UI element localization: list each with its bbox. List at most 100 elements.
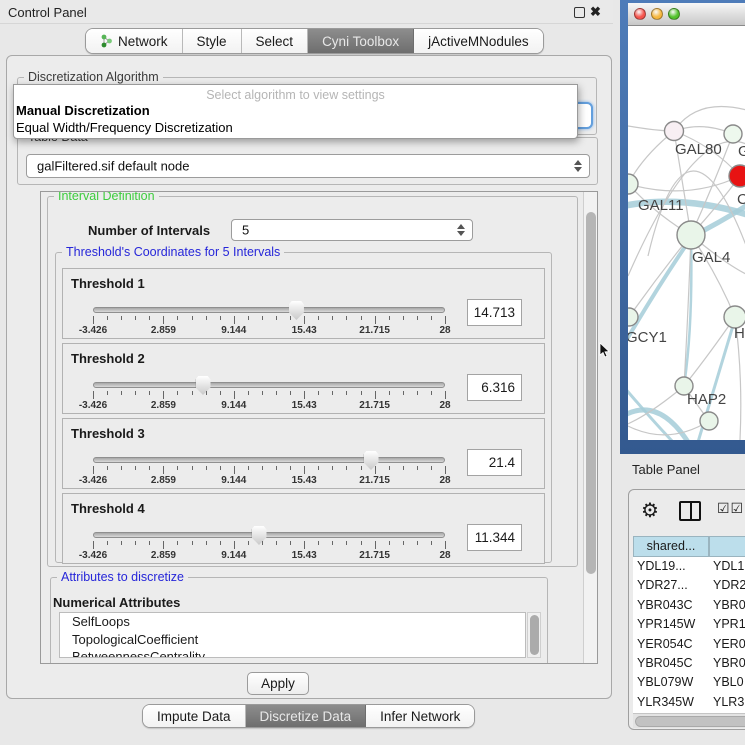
popup-option-manual[interactable]: Manual Discretization [14, 102, 577, 119]
threshold-value-field[interactable]: 14.713 [467, 299, 522, 326]
network-node[interactable] [665, 122, 684, 141]
network-edge[interactable] [629, 235, 691, 317]
column-header-shared-name[interactable]: shared... [633, 536, 709, 557]
slider-track[interactable] [93, 382, 445, 388]
tab-select[interactable]: Select [242, 29, 309, 53]
tick-label: -3.426 [79, 400, 107, 411]
cell-name[interactable]: YDR2 [709, 576, 745, 595]
table-row[interactable]: YDR27...YDR2 [633, 576, 745, 595]
table-row[interactable]: YLR345WYLR3 [633, 693, 745, 712]
table-data-combobox[interactable]: galFiltered.sif default node [26, 154, 590, 178]
threshold-value-field[interactable]: 6.316 [467, 374, 522, 401]
cell-shared-name[interactable]: YBR045C [633, 654, 709, 673]
tick-label: 21.715 [359, 550, 390, 561]
tab-impute-data[interactable]: Impute Data [143, 705, 246, 727]
network-edge[interactable] [628, 386, 684, 426]
table-data-combobox-value: galFiltered.sif default node [37, 159, 189, 174]
network-node[interactable] [724, 125, 742, 143]
number-of-intervals-label: Number of Intervals [88, 223, 210, 238]
tab-infer-network[interactable]: Infer Network [366, 705, 474, 727]
cell-shared-name[interactable]: YLR345W [633, 693, 709, 712]
threshold-row: Threshold 2-3.4262.8599.14415.4321.71528… [62, 343, 545, 414]
attribute-list-item[interactable]: TopologicalCoefficient [60, 631, 525, 649]
table-row[interactable]: YDL19...YDL1 [633, 557, 745, 576]
tick-label: 9.144 [221, 475, 246, 486]
close-traffic-light[interactable] [634, 8, 646, 20]
tab-jactivemnodules[interactable]: jActiveMNodules [414, 29, 543, 53]
close-icon[interactable]: ✖ [590, 4, 601, 20]
popup-hint: Select algorithm to view settings [14, 85, 577, 102]
cell-shared-name[interactable]: YDR27... [633, 576, 709, 595]
cell-shared-name[interactable]: YBR043C [633, 596, 709, 615]
slider-track[interactable] [93, 307, 445, 313]
tab-cyni-toolbox[interactable]: Cyni Toolbox [308, 29, 414, 53]
show-columns-icon[interactable] [679, 501, 701, 521]
network-node[interactable] [700, 412, 718, 430]
cell-name[interactable]: YBR0 [709, 654, 745, 673]
column-header-name[interactable]: n [709, 536, 745, 557]
tick-label: 15.43 [292, 550, 317, 561]
table-row[interactable]: YPR145WYPR1 [633, 615, 745, 634]
table-row[interactable]: YER054CYER0 [633, 635, 745, 654]
network-node[interactable] [729, 165, 745, 187]
network-icon [100, 34, 113, 48]
network-view-window: GAL80GCGAL11GAL4GCY1HHAP2 [620, 0, 745, 454]
network-edge[interactable] [628, 421, 709, 435]
table-row[interactable]: YBR043CYBR0 [633, 596, 745, 615]
node-label: H [734, 325, 745, 342]
scrollbar-thumb[interactable] [635, 716, 745, 727]
list-scrollbar[interactable] [527, 612, 541, 658]
cell-name[interactable]: YER0 [709, 635, 745, 654]
vertical-scrollbar[interactable] [583, 192, 597, 663]
slider-track[interactable] [93, 532, 445, 538]
popup-option-equal-width[interactable]: Equal Width/Frequency Discretization [14, 119, 577, 136]
cell-shared-name[interactable]: YDL19... [633, 557, 709, 576]
attribute-list-item[interactable]: BetweennessCentrality [60, 648, 525, 658]
tick-label: 9.144 [221, 550, 246, 561]
mouse-cursor [599, 342, 611, 359]
network-canvas[interactable]: GAL80GCGAL11GAL4GCY1HHAP2 [628, 26, 745, 440]
threshold-value-field[interactable]: 11.344 [467, 524, 522, 551]
node-label: GAL80 [675, 141, 722, 158]
select-columns-icon[interactable]: ☑☑ [717, 500, 744, 517]
table-row[interactable]: YBR045CYBR0 [633, 654, 745, 673]
cell-name[interactable]: YDL1 [709, 557, 745, 576]
cell-shared-name[interactable]: YER054C [633, 635, 709, 654]
apply-button[interactable]: Apply [247, 672, 309, 695]
network-node[interactable] [628, 174, 638, 194]
number-of-intervals-combobox[interactable]: 5 [231, 219, 473, 241]
tick-label: 2.859 [151, 325, 176, 336]
node-label: GAL4 [692, 249, 730, 266]
tick-label: 21.715 [359, 475, 390, 486]
minimize-traffic-light[interactable] [651, 8, 663, 20]
table-body: YDL19...YDL1YDR27...YDR2YBR043CYBR0YPR14… [633, 557, 745, 713]
numerical-attributes-list[interactable]: SelfLoopsTopologicalCoefficientBetweenne… [59, 612, 526, 658]
float-window-icon[interactable] [574, 7, 585, 18]
cell-name[interactable]: YBR0 [709, 596, 745, 615]
cyni-toolbox-panel: Discretization Algorithm Table Data galF… [6, 55, 612, 699]
network-edge[interactable] [684, 317, 735, 386]
cell-name[interactable]: YLR3 [709, 693, 745, 712]
slider-ticks [93, 465, 445, 474]
algorithm-dropdown-popup: Select algorithm to view settings Manual… [13, 84, 578, 139]
cell-shared-name[interactable]: YBL079W [633, 673, 709, 692]
cell-name[interactable]: YPR1 [709, 615, 745, 634]
tick-label: 2.859 [151, 550, 176, 561]
slider-track[interactable] [93, 457, 445, 463]
gear-icon[interactable]: ⚙ [641, 498, 659, 523]
zoom-traffic-light[interactable] [668, 8, 680, 20]
tab-network[interactable]: Network [86, 29, 183, 53]
network-node[interactable] [677, 221, 705, 249]
cell-shared-name[interactable]: YPR145W [633, 615, 709, 634]
network-window-titlebar[interactable] [628, 3, 745, 26]
table-panel-title: Table Panel [632, 462, 700, 477]
network-graph[interactable]: GAL80GCGAL11GAL4GCY1HHAP2 [628, 26, 745, 440]
scrollbar-thumb[interactable] [586, 212, 596, 574]
horizontal-scrollbar[interactable] [633, 713, 745, 728]
tab-style[interactable]: Style [183, 29, 242, 53]
threshold-value-field[interactable]: 21.4 [467, 449, 522, 476]
cell-name[interactable]: YBL0 [709, 673, 745, 692]
attribute-list-item[interactable]: SelfLoops [60, 613, 525, 631]
tab-discretize-data[interactable]: Discretize Data [246, 705, 367, 727]
table-row[interactable]: YBL079WYBL0 [633, 673, 745, 692]
